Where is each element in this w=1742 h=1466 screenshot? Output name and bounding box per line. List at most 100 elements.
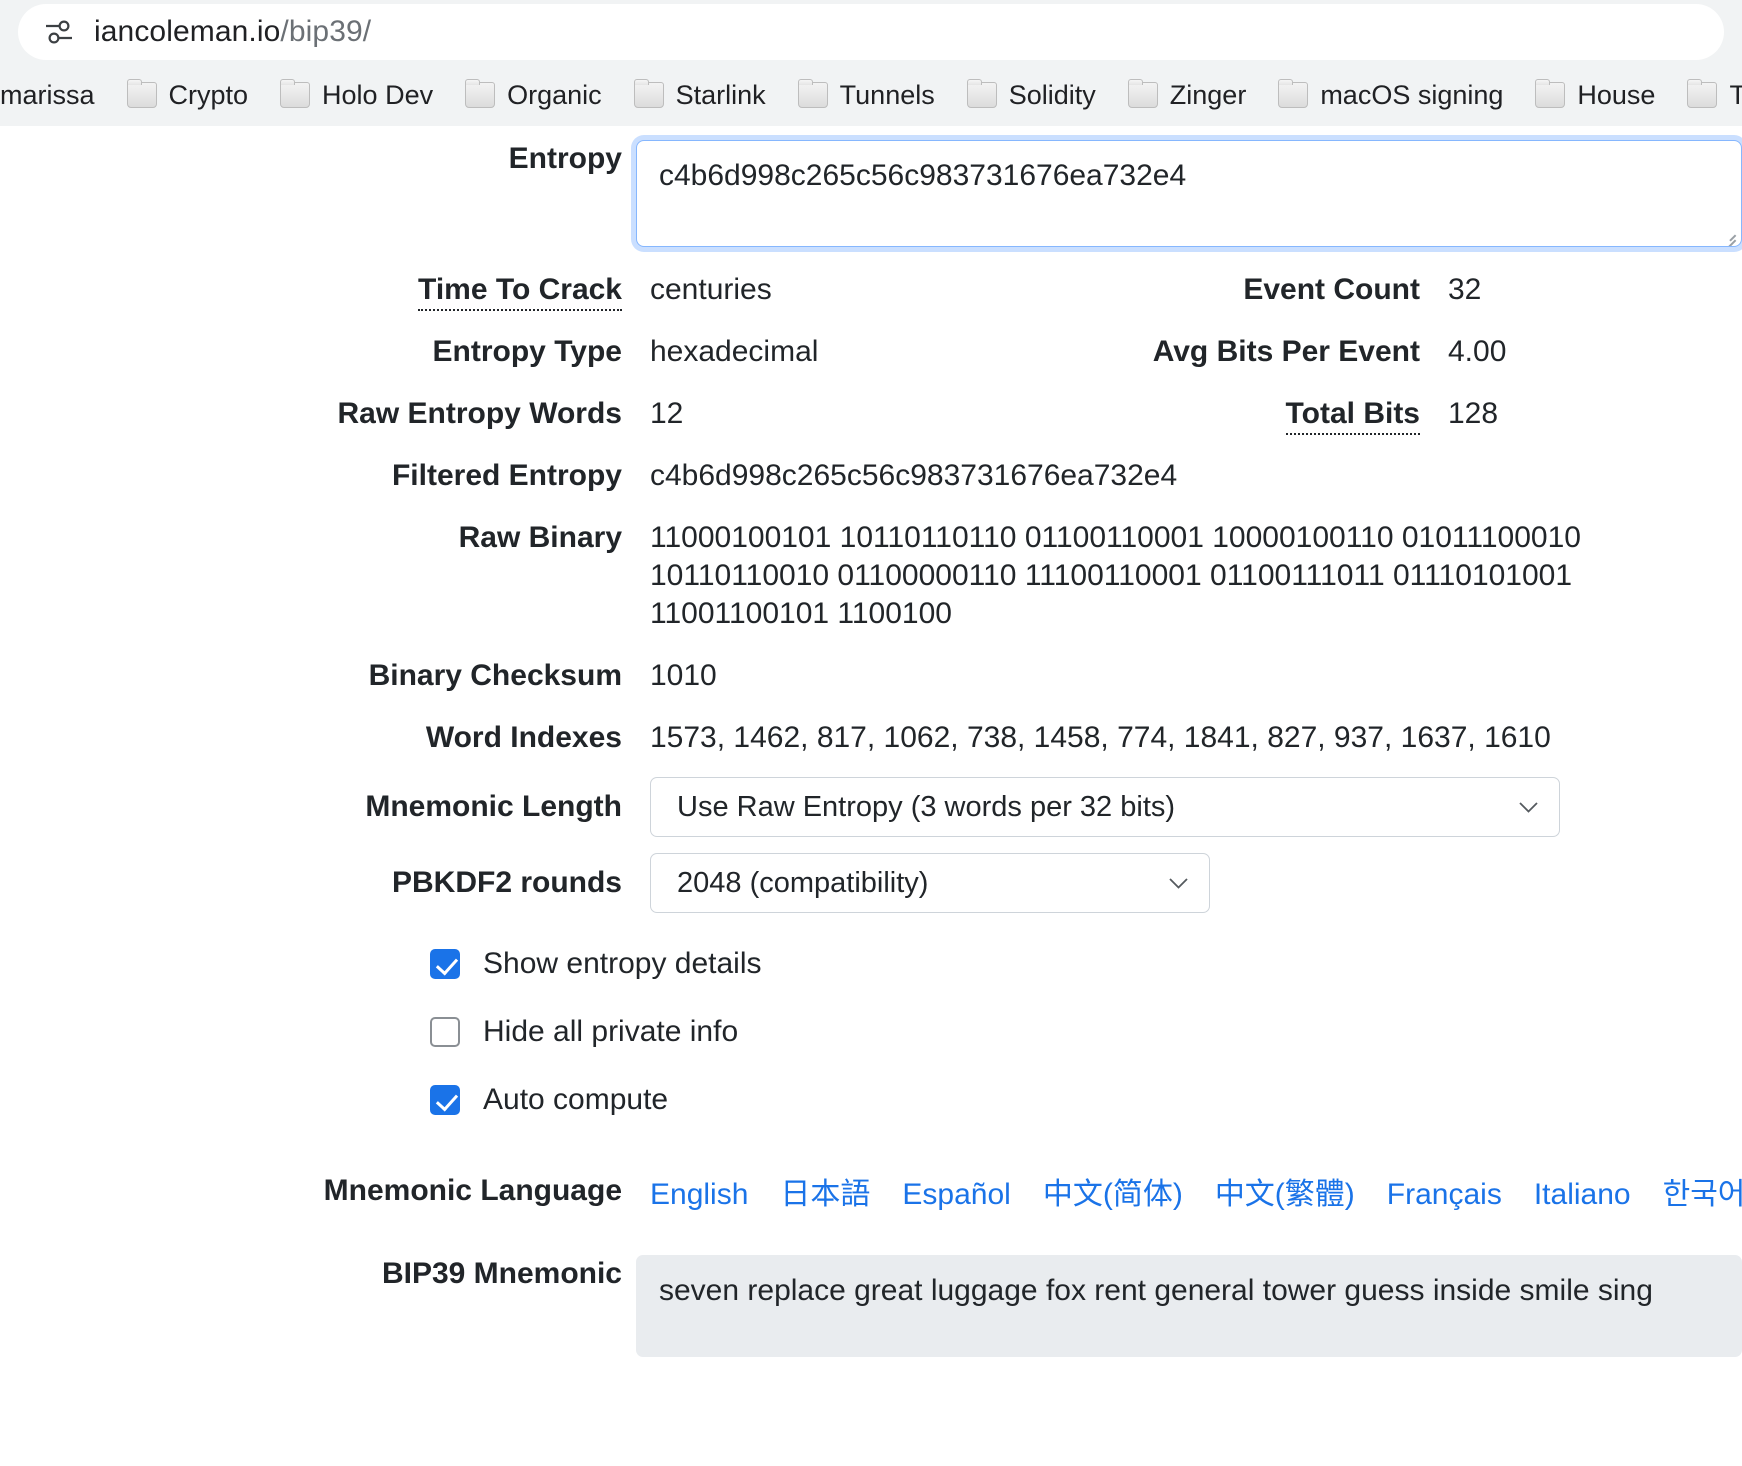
- bip39-mnemonic-label: BIP39 Mnemonic: [0, 1255, 650, 1293]
- bookmark-label: Solidity: [1009, 80, 1096, 111]
- bookmark-label: Tunnels: [840, 80, 935, 111]
- bookmark-solidity[interactable]: Solidity: [951, 71, 1112, 119]
- resize-handle-icon[interactable]: [1720, 226, 1736, 242]
- folder-icon: [967, 82, 997, 108]
- raw-entropy-words-value: 12: [650, 395, 683, 433]
- checkbox-label: Hide all private info: [483, 1015, 738, 1049]
- filtered-entropy-row: Filtered Entropy c4b6d998c265c56c9837316…: [0, 457, 1742, 495]
- word-indexes-row: Word Indexes 1573, 1462, 817, 1062, 738,…: [0, 719, 1742, 757]
- checkbox-label: Show entropy details: [483, 947, 762, 981]
- total-bits-value: 128: [1448, 395, 1498, 433]
- raw-binary-row: Raw Binary 11000100101 10110110110 01100…: [0, 519, 1742, 633]
- word-indexes-value: 1573, 1462, 817, 1062, 738, 1458, 774, 1…: [650, 719, 1551, 757]
- checkbox-row-hide-all-private-info[interactable]: Hide all private info: [430, 1015, 1742, 1049]
- entropy-input[interactable]: c4b6d998c265c56c983731676ea732e4: [636, 140, 1742, 247]
- site-settings-icon[interactable]: [42, 15, 76, 49]
- bookmark-marissa[interactable]: marissa: [0, 71, 111, 119]
- bookmark-macos-signing[interactable]: macOS signing: [1262, 71, 1519, 119]
- detail-row-2: Entropy Type hexadecimal Avg Bits Per Ev…: [0, 333, 1742, 371]
- bookmark-label: marissa: [0, 80, 95, 111]
- bookmark-zinger[interactable]: Zinger: [1112, 71, 1263, 119]
- raw-binary-value: 11000100101 10110110110 01100110001 1000…: [650, 519, 1581, 633]
- entropy-type-value: hexadecimal: [650, 333, 818, 371]
- entropy-label: Entropy: [0, 140, 650, 178]
- folder-icon: [1278, 82, 1308, 108]
- language-link-한국어[interactable]: 한국어: [1663, 1169, 1742, 1213]
- filtered-entropy-label: Filtered Entropy: [0, 457, 650, 495]
- url-domain: iancoleman.io: [94, 15, 280, 48]
- pbkdf2-rounds-select[interactable]: 2048 (compatibility): [650, 853, 1210, 913]
- total-bits-label: Total Bits: [880, 395, 1448, 433]
- language-link-English[interactable]: English: [650, 1178, 748, 1212]
- time-to-crack-value: centuries: [650, 271, 772, 309]
- mnemonic-length-select[interactable]: Use Raw Entropy (3 words per 32 bits)3 W…: [650, 777, 1560, 837]
- event-count-label: Event Count: [880, 271, 1448, 309]
- checkbox-row-show-entropy-details[interactable]: Show entropy details: [430, 947, 1742, 981]
- bookmark-label: Zinger: [1170, 80, 1247, 111]
- entropy-value: c4b6d998c265c56c983731676ea732e4: [659, 159, 1186, 192]
- avg-bits-per-event-value: 4.00: [1448, 333, 1506, 371]
- filtered-entropy-value: c4b6d998c265c56c983731676ea732e4: [650, 457, 1177, 495]
- folder-icon: [798, 82, 828, 108]
- pbkdf2-rounds-label: PBKDF2 rounds: [0, 864, 650, 902]
- bookmark-house[interactable]: House: [1519, 71, 1671, 119]
- options-checkbox-group: Show entropy details Hide all private inf…: [0, 947, 1742, 1117]
- url-path: /bip39/: [280, 15, 371, 48]
- bookmark-label: House: [1577, 80, 1655, 111]
- address-bar[interactable]: iancoleman.io/bip39/: [18, 4, 1724, 60]
- mnemonic-length-label: Mnemonic Length: [0, 788, 650, 826]
- folder-icon: [634, 82, 664, 108]
- folder-icon: [127, 82, 157, 108]
- bookmark-label: macOS signing: [1320, 80, 1503, 111]
- time-to-crack-label: Time To Crack: [0, 271, 650, 309]
- folder-icon: [1128, 82, 1158, 108]
- language-link-Italiano[interactable]: Italiano: [1534, 1178, 1631, 1212]
- bookmark-label: Holo Dev: [322, 80, 433, 111]
- language-link-日本語[interactable]: 日本語: [780, 1169, 870, 1213]
- checkbox-row-auto-compute[interactable]: Auto compute: [430, 1083, 1742, 1117]
- folder-icon: [1535, 82, 1565, 108]
- language-link-中文(繁體)[interactable]: 中文(繁體): [1215, 1169, 1355, 1213]
- bookmark-crypto[interactable]: Crypto: [111, 71, 265, 119]
- detail-row-1: Time To Crack centuries Event Count 32: [0, 271, 1742, 309]
- binary-checksum-row: Binary Checksum 1010: [0, 657, 1742, 695]
- language-link-Español[interactable]: Español: [902, 1178, 1010, 1212]
- bip39-mnemonic-value: seven replace great luggage fox rent gen…: [659, 1274, 1653, 1307]
- language-link-Français[interactable]: Français: [1387, 1178, 1502, 1212]
- bookmark-tunnels[interactable]: Tunnels: [782, 71, 951, 119]
- bookmark-label: Starlink: [676, 80, 766, 111]
- mnemonic-length-row: Mnemonic Length Use Raw Entropy (3 words…: [0, 777, 1742, 837]
- folder-icon: [280, 82, 310, 108]
- checkbox-hide-all-private-info[interactable]: [430, 1017, 460, 1047]
- event-count-value: 32: [1448, 271, 1481, 309]
- binary-checksum-label: Binary Checksum: [0, 657, 650, 695]
- checkbox-auto-compute[interactable]: [430, 1085, 460, 1115]
- bip39-mnemonic-input[interactable]: seven replace great luggage fox rent gen…: [636, 1255, 1742, 1357]
- entropy-row: Entropy c4b6d998c265c56c983731676ea732e4: [0, 140, 1742, 247]
- bip39-mnemonic-row: BIP39 Mnemonic seven replace great lugga…: [0, 1255, 1742, 1357]
- bookmark-label: T: [1729, 80, 1742, 111]
- browser-chrome: iancoleman.io/bip39/ marissa Crypto Holo D…: [0, 0, 1742, 126]
- checkbox-show-entropy-details[interactable]: [430, 949, 460, 979]
- bookmark-t[interactable]: T: [1671, 71, 1742, 119]
- detail-row-3: Raw Entropy Words 12 Total Bits 128: [0, 395, 1742, 433]
- bookmark-label: Organic: [507, 80, 602, 111]
- bookmark-starlink[interactable]: Starlink: [618, 71, 782, 119]
- bookmarks-bar: marissa Crypto Holo Dev Organic Starlink Tunn…: [0, 64, 1742, 126]
- bip39-tool-page: Entropy c4b6d998c265c56c983731676ea732e4…: [0, 126, 1742, 1466]
- bookmark-label: Crypto: [169, 80, 249, 111]
- folder-icon: [1687, 82, 1717, 108]
- language-link-中文(简体)[interactable]: 中文(简体): [1043, 1169, 1183, 1213]
- entropy-type-label: Entropy Type: [0, 333, 650, 371]
- url-text: iancoleman.io/bip39/: [94, 15, 371, 49]
- raw-entropy-words-label: Raw Entropy Words: [0, 395, 650, 433]
- mnemonic-language-row: Mnemonic Language English日本語Español中文(简体…: [0, 1169, 1742, 1213]
- pbkdf2-rounds-row: PBKDF2 rounds 2048 (compatibility): [0, 853, 1742, 913]
- bookmark-holo-dev[interactable]: Holo Dev: [264, 71, 449, 119]
- binary-checksum-value: 1010: [650, 657, 717, 695]
- avg-bits-per-event-label: Avg Bits Per Event: [880, 333, 1448, 371]
- raw-binary-label: Raw Binary: [0, 519, 650, 557]
- bookmark-organic[interactable]: Organic: [449, 71, 618, 119]
- word-indexes-label: Word Indexes: [0, 719, 650, 757]
- mnemonic-language-links: English 日本語 Español 中文(简体) 中文(繁體) Français Ita…: [650, 1169, 1742, 1213]
